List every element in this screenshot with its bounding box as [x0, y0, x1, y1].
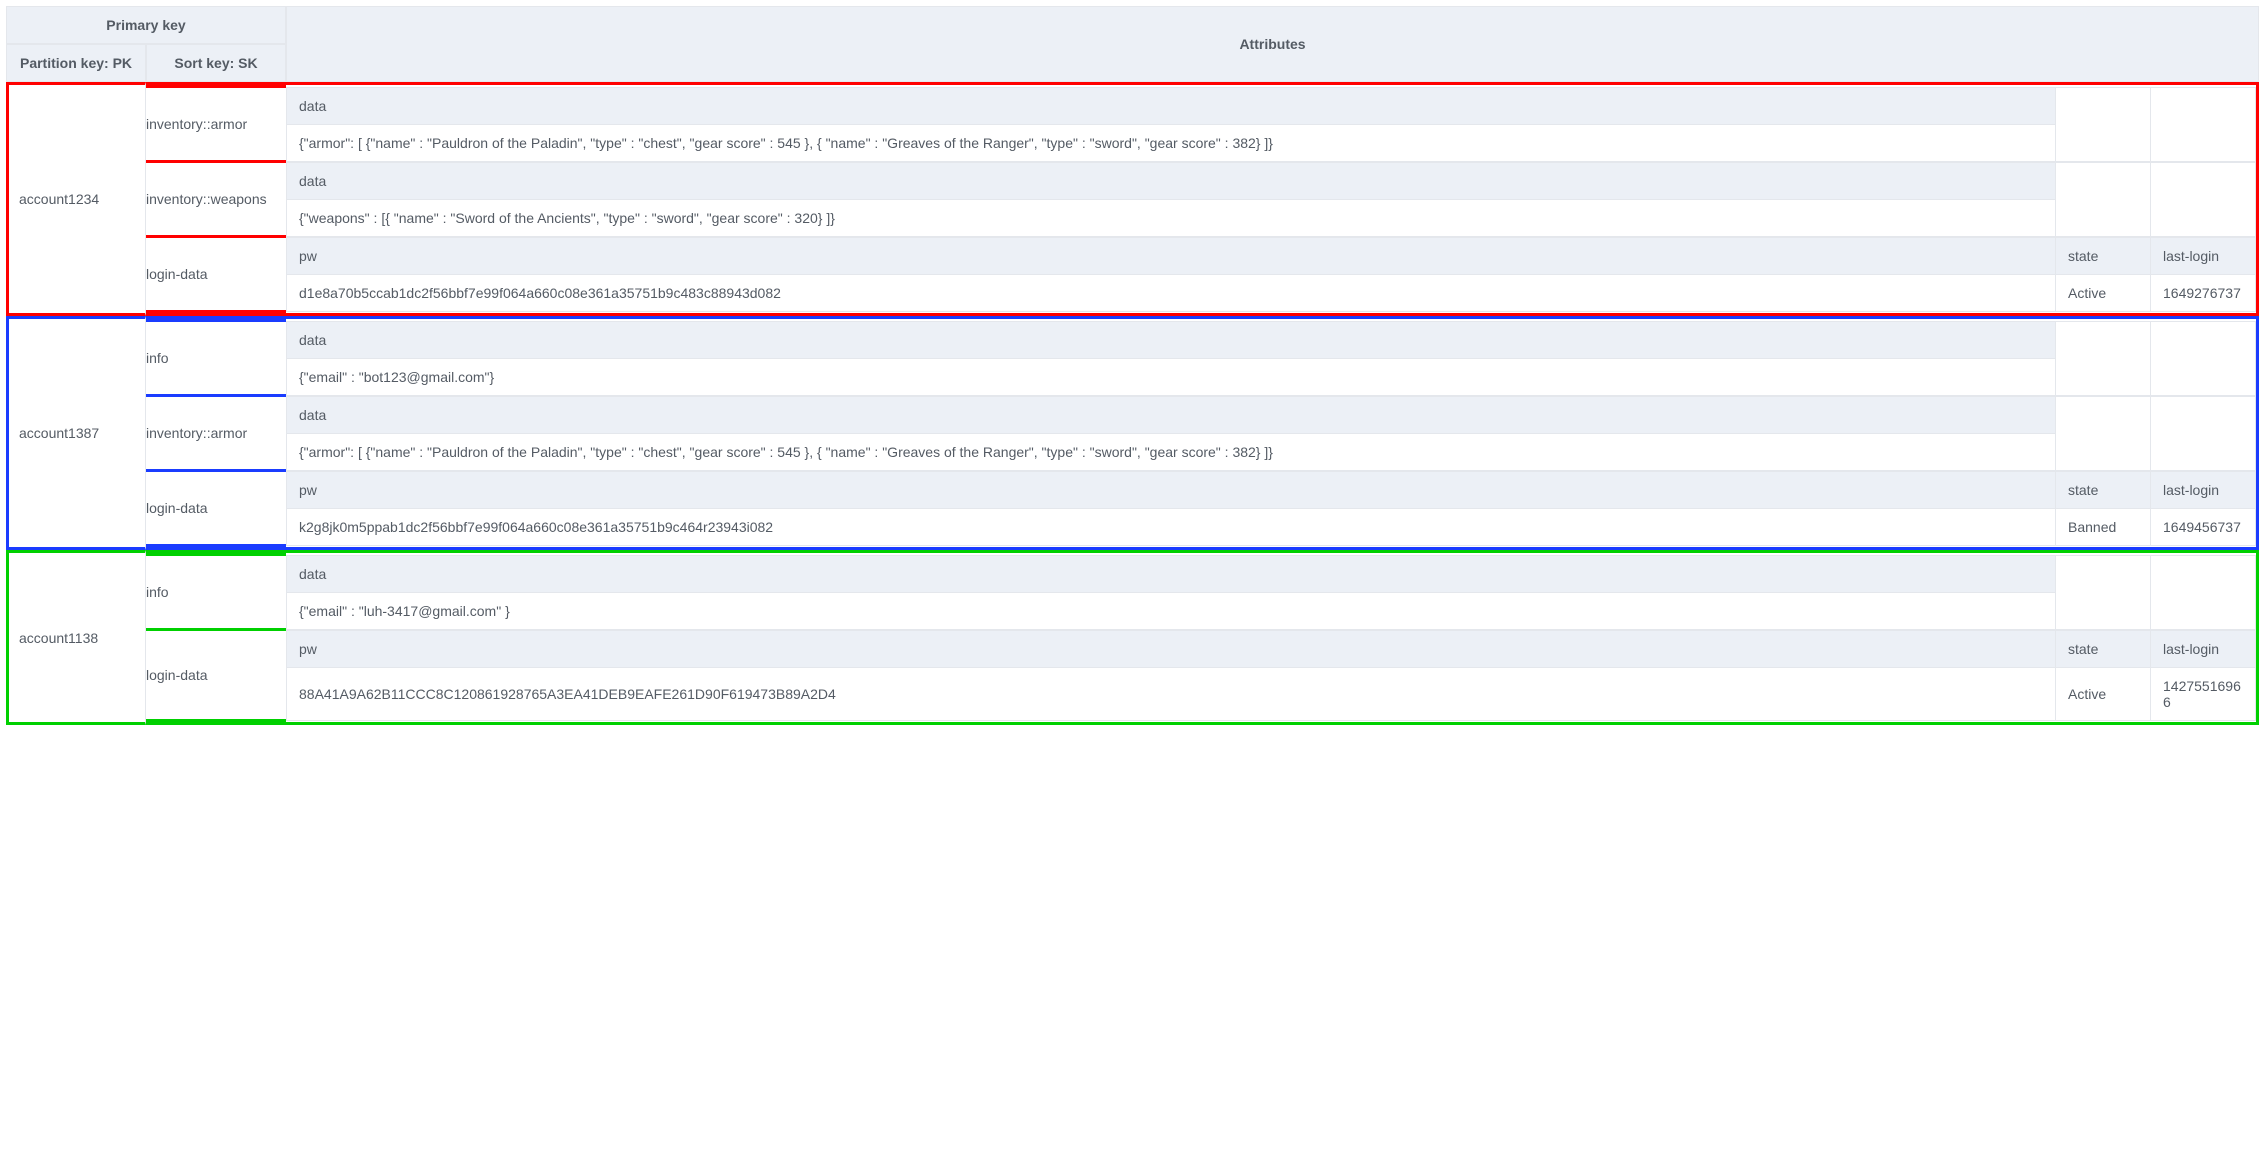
attributes-cell: data{"armor": [ {"name" : "Pauldron of t…	[286, 87, 2256, 162]
attr-label-state: state	[2056, 630, 2151, 667]
attr-value-pw: 88A41A9A62B11CCC8C120861928765A3EA41DEB9…	[287, 667, 2056, 720]
attr-value-pw: k2g8jk0m5ppab1dc2f56bbf7e99f064a660c08e3…	[287, 508, 2056, 545]
attr-value-pw: d1e8a70b5ccab1dc2f56bbf7e99f064a660c08e3…	[287, 274, 2056, 311]
attr-label-state: state	[2056, 237, 2151, 274]
attr-empty	[2056, 162, 2151, 236]
attr-value-data: {"armor": [ {"name" : "Pauldron of the P…	[287, 433, 2056, 470]
attr-label-pw: pw	[287, 471, 2056, 508]
attr-empty	[2151, 87, 2256, 161]
attributes-cell: data{"email" : "luh-3417@gmail.com" }	[286, 555, 2256, 630]
attr-label-data: data	[287, 162, 2056, 199]
item-group: account1387infodata{"email" : "bot123@gm…	[6, 316, 2259, 550]
partition-key-cell: account1234	[6, 82, 146, 316]
header-sort-key: Sort key: SK	[146, 44, 286, 82]
item-group: account1138infodata{"email" : "luh-3417@…	[6, 550, 2259, 725]
sort-key-cell: inventory::armor	[146, 87, 286, 162]
attr-empty	[2056, 396, 2151, 470]
sort-key-cell: login-data	[146, 471, 286, 546]
attr-label-data: data	[287, 87, 2056, 124]
sort-key-cell: inventory::armor	[146, 396, 286, 471]
attributes-cell: pwstatelast-login 88A41A9A62B11CCC8C12086…	[286, 630, 2256, 721]
attr-empty	[2151, 321, 2256, 395]
attr-label-last-login: last-login	[2151, 471, 2256, 508]
attributes-cell: data{"email" : "bot123@gmail.com"}	[286, 321, 2256, 396]
attributes-cell: pwstatelast-login d1e8a70b5ccab1dc2f56bbf…	[286, 237, 2256, 312]
attr-label-data: data	[287, 396, 2056, 433]
attr-label-data: data	[287, 321, 2056, 358]
attr-empty	[2151, 162, 2256, 236]
item-group: account1234inventory::armordata{"armor":…	[6, 82, 2259, 316]
attr-value-data: {"armor": [ {"name" : "Pauldron of the P…	[287, 124, 2056, 161]
attr-empty	[2056, 87, 2151, 161]
header-primary-key: Primary key	[6, 6, 286, 44]
header-partition-key: Partition key: PK	[6, 44, 146, 82]
attr-value-last-login: 1649456737	[2151, 508, 2256, 545]
dynamodb-table: Primary key Attributes Partition key: PK…	[6, 6, 2259, 725]
attr-empty	[2056, 555, 2151, 629]
sort-key-cell: inventory::weapons	[146, 162, 286, 237]
attr-value-last-login: 14275516966	[2151, 667, 2256, 720]
sort-key-cell: login-data	[146, 630, 286, 721]
attr-label-pw: pw	[287, 237, 2056, 274]
sort-key-cell: info	[146, 555, 286, 630]
row-container: infodata{"email" : "bot123@gmail.com"}in…	[146, 316, 2259, 550]
attr-value-data: {"email" : "luh-3417@gmail.com" }	[287, 592, 2056, 629]
attr-value-state: Active	[2056, 274, 2151, 311]
row-container: inventory::armordata{"armor": [ {"name" …	[146, 82, 2259, 316]
attr-label-last-login: last-login	[2151, 237, 2256, 274]
attr-value-data: {"weapons" : [{ "name" : "Sword of the A…	[287, 199, 2056, 236]
attributes-cell: data{"armor": [ {"name" : "Pauldron of t…	[286, 396, 2256, 471]
row-container: infodata{"email" : "luh-3417@gmail.com" …	[146, 550, 2259, 725]
attributes-cell: data{"weapons" : [{ "name" : "Sword of t…	[286, 162, 2256, 237]
attr-label-last-login: last-login	[2151, 630, 2256, 667]
sort-key-cell: info	[146, 321, 286, 396]
attr-value-state: Banned	[2056, 508, 2151, 545]
attr-label-pw: pw	[287, 630, 2056, 667]
sort-key-cell: login-data	[146, 237, 286, 312]
partition-key-cell: account1387	[6, 316, 146, 550]
attr-value-state: Active	[2056, 667, 2151, 720]
header-attributes: Attributes	[286, 6, 2259, 82]
attributes-cell: pwstatelast-login k2g8jk0m5ppab1dc2f56bbf…	[286, 471, 2256, 546]
attr-label-data: data	[287, 555, 2056, 592]
partition-key-cell: account1138	[6, 550, 146, 725]
attr-empty	[2151, 555, 2256, 629]
attr-value-last-login: 1649276737	[2151, 274, 2256, 311]
attr-empty	[2151, 396, 2256, 470]
attr-label-state: state	[2056, 471, 2151, 508]
attr-value-data: {"email" : "bot123@gmail.com"}	[287, 358, 2056, 395]
attr-empty	[2056, 321, 2151, 395]
